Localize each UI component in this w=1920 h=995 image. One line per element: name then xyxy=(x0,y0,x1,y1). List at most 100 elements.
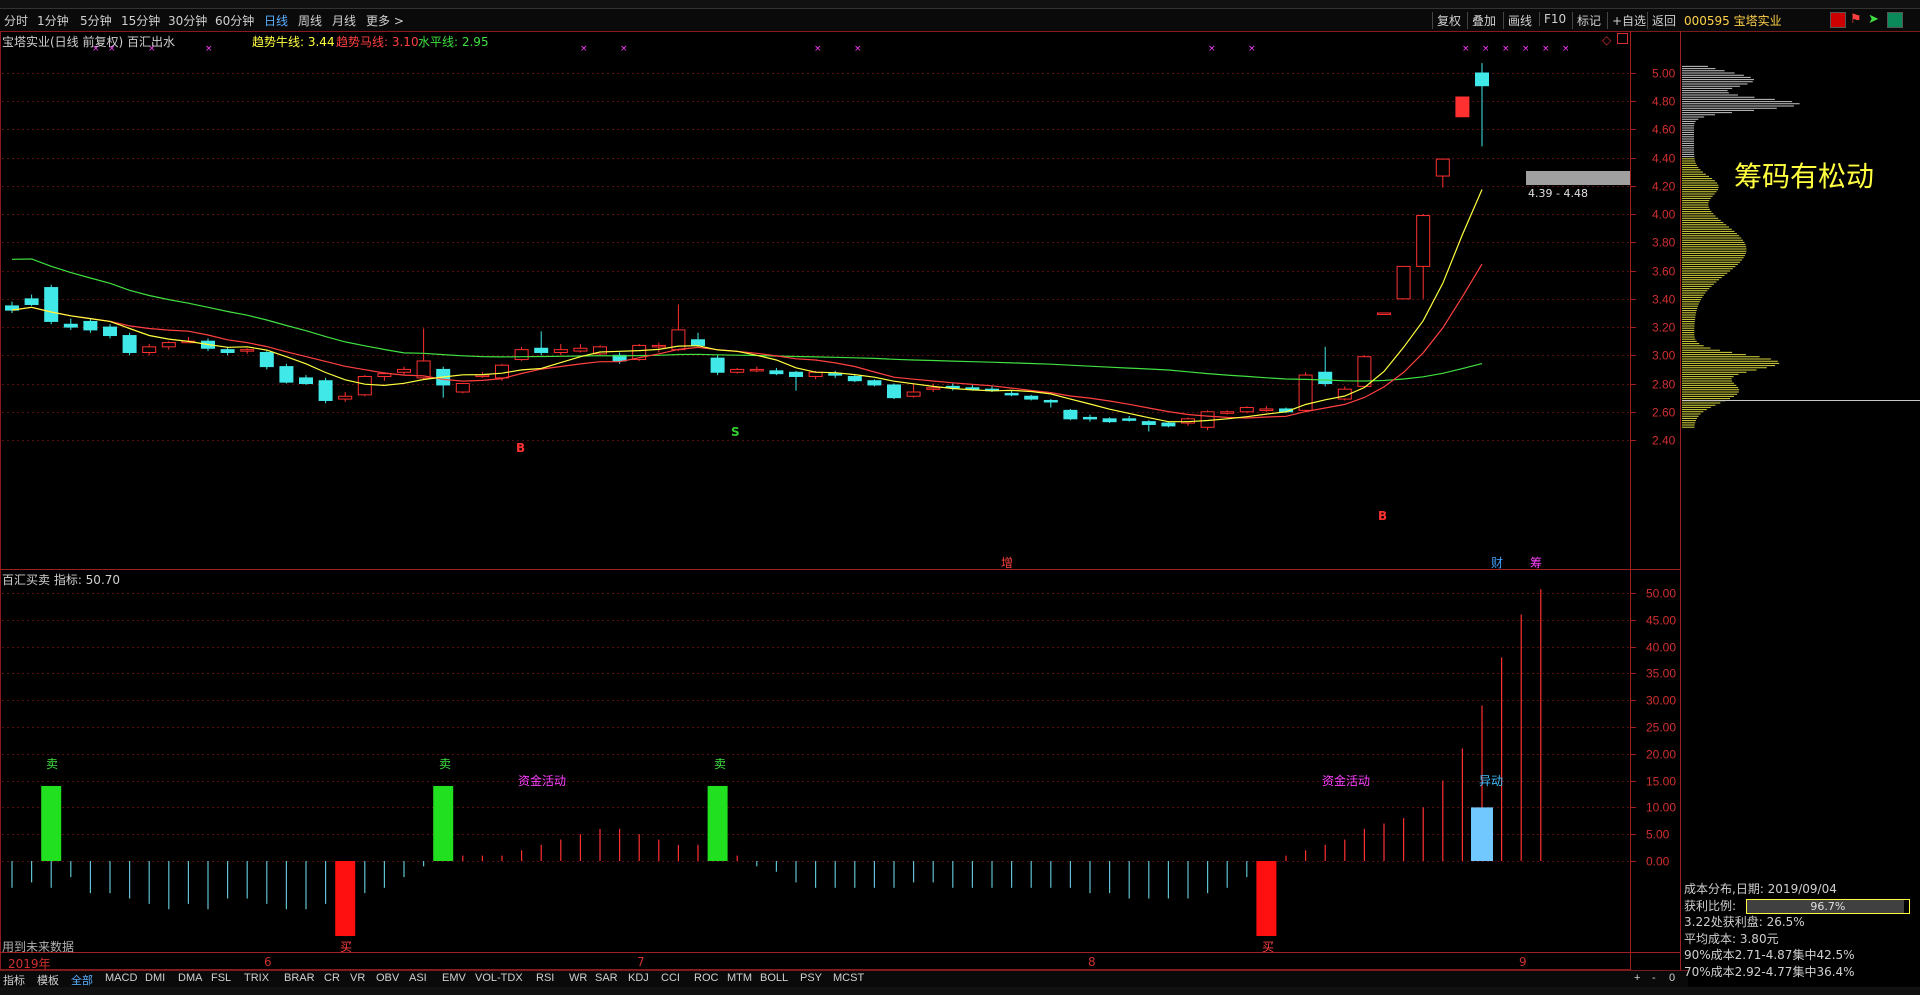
candle-body xyxy=(338,395,353,400)
indicator-tab-mcst[interactable]: MCST xyxy=(833,972,864,984)
indicator-tab-dmi[interactable]: DMI xyxy=(145,972,165,984)
price-tick-label: 3.40 xyxy=(1652,293,1676,307)
cost-70: 70%成本2.92-4.77集中36.4% xyxy=(1684,964,1855,979)
indicator-tab-fsl[interactable]: FSL xyxy=(211,972,231,984)
indicator-tab-boll[interactable]: BOLL xyxy=(760,972,788,984)
candle-body xyxy=(103,326,117,337)
sell-marker-s: S xyxy=(731,425,740,439)
indicator-tab-wr[interactable]: WR xyxy=(569,972,587,984)
candle-body xyxy=(1122,418,1137,421)
candle-body xyxy=(867,380,882,386)
zoom-out-button[interactable]: - xyxy=(1652,972,1656,984)
candle-body xyxy=(44,287,59,322)
candle-body xyxy=(1063,409,1078,420)
profit-ratio-bar: 96.7% xyxy=(1745,898,1910,914)
zoom-controls: + - 0 xyxy=(1628,970,1688,988)
indicator-tick-label: 35.00 xyxy=(1646,667,1676,681)
sell-signal-bar xyxy=(41,785,62,861)
indicator-tick-label: 15.00 xyxy=(1646,775,1676,789)
legend-horse-line: 趋势马线: 3.10 xyxy=(336,35,419,49)
sell-label-2: 卖 xyxy=(439,757,452,771)
top-event-marker: × xyxy=(1248,44,1256,54)
indicator-tab-kdj[interactable]: KDJ xyxy=(628,972,649,984)
chip-overlay-text: 筹码有松动 xyxy=(1734,160,1875,193)
indicator-tab-sar[interactable]: SAR xyxy=(595,972,618,984)
candle-body xyxy=(730,368,745,373)
cost-90: 90%成本2.71-4.87集中42.5% xyxy=(1684,948,1855,962)
candle-body xyxy=(1161,422,1176,427)
indicator-tab-cr[interactable]: CR xyxy=(324,972,340,984)
indicator-tab-vr[interactable]: VR xyxy=(350,972,365,984)
top-event-marker: × xyxy=(1208,44,1216,54)
status-bar xyxy=(0,987,1920,995)
indicator-tab-brar[interactable]: BRAR xyxy=(284,972,315,984)
candle-body xyxy=(1475,72,1489,87)
indicator-tab-cci[interactable]: CCI xyxy=(661,972,680,984)
indicator-tab-emv[interactable]: EMV xyxy=(442,972,466,984)
candle-body xyxy=(573,347,588,352)
future-data-note: 用到未来数据 xyxy=(2,940,75,954)
kline-chart-canvas[interactable]: 5.00 4.80 4.60 4.40 4.20 4.00 3.80 3.60 3.40 3.20… xyxy=(0,0,1920,995)
indicator-tab-全部[interactable]: 全部 xyxy=(71,972,93,988)
price-tick-label: 4.60 xyxy=(1652,123,1676,137)
indicator-tick-label: 50.00 xyxy=(1646,587,1676,601)
diamond-icon[interactable]: ◇ xyxy=(1602,33,1611,47)
candle-body xyxy=(24,298,39,305)
indicator-tick-label: 10.00 xyxy=(1646,801,1676,815)
event-marker-zeng[interactable]: 增 xyxy=(1001,554,1013,571)
candle-body xyxy=(122,335,137,353)
price-tick-label: 2.60 xyxy=(1652,406,1676,420)
x-label-jul: 7 xyxy=(637,955,645,969)
candle-body xyxy=(1357,356,1372,387)
abnormal-signal-bar xyxy=(1471,807,1493,861)
indicator-tick-label: 0.00 xyxy=(1646,855,1670,869)
candle-body xyxy=(1259,408,1274,411)
legend-level-line: 水平线: 2.95 xyxy=(418,35,489,49)
top-event-marker: × xyxy=(620,44,628,54)
horse-line-red xyxy=(11,263,1483,419)
indicator-tab-dma[interactable]: DMA xyxy=(178,972,202,984)
indicator-tab-模板[interactable]: 模板 xyxy=(37,972,59,988)
candle-body xyxy=(259,351,274,368)
candle-body xyxy=(142,346,157,353)
top-event-marker: × xyxy=(814,44,822,54)
window-box-icon[interactable] xyxy=(1617,33,1628,44)
candle-body xyxy=(1435,158,1450,177)
chart-frame xyxy=(0,31,1631,970)
indicator-tab-trix[interactable]: TRIX xyxy=(244,972,269,984)
indicator-tab-指标[interactable]: 指标 xyxy=(3,972,25,988)
indicator-tab-rsi[interactable]: RSI xyxy=(536,972,554,984)
candle-body xyxy=(397,368,411,373)
indicator-tab-macd[interactable]: MACD xyxy=(105,972,137,984)
top-event-marker: × xyxy=(205,44,213,54)
top-event-marker: × xyxy=(1542,44,1550,54)
indicator-tab-vol-tdx[interactable]: VOL-TDX xyxy=(475,972,523,984)
candle-body xyxy=(1220,411,1235,414)
indicator-tab-asi[interactable]: ASI xyxy=(409,972,427,984)
candle-body xyxy=(769,370,784,375)
indicator-tab-mtm[interactable]: MTM xyxy=(727,972,752,984)
level-line-green xyxy=(11,258,1483,382)
zoom-reset-button[interactable]: 0 xyxy=(1669,972,1675,984)
candle-body xyxy=(1102,418,1117,423)
candle-body xyxy=(475,374,490,378)
indicator-tab-psy[interactable]: PSY xyxy=(800,972,822,984)
price-tick-label: 3.20 xyxy=(1652,321,1676,335)
candle-body xyxy=(1377,312,1391,315)
event-marker-finance[interactable]: 财 xyxy=(1491,554,1503,571)
profit-ratio-label: 获利比例: xyxy=(1684,898,1737,913)
avg-cost: 平均成本: 3.80元 xyxy=(1684,931,1779,946)
sell-signal-bar xyxy=(707,785,728,861)
candle-body xyxy=(1416,215,1431,267)
price-tick-label: 3.80 xyxy=(1652,236,1676,250)
candle-body xyxy=(926,387,941,390)
price-tick-label: 4.80 xyxy=(1652,95,1676,109)
event-marker-chip[interactable]: 筹 xyxy=(1530,554,1542,571)
price-tick-label: 3.00 xyxy=(1652,349,1676,363)
indicator-tab-obv[interactable]: OBV xyxy=(376,972,399,984)
top-event-marker: × xyxy=(1482,44,1490,54)
buy-label-1: 买 xyxy=(340,940,353,954)
zoom-in-button[interactable]: + xyxy=(1634,972,1640,984)
buy-signal-bar xyxy=(335,861,356,936)
indicator-tab-roc[interactable]: ROC xyxy=(694,972,718,984)
